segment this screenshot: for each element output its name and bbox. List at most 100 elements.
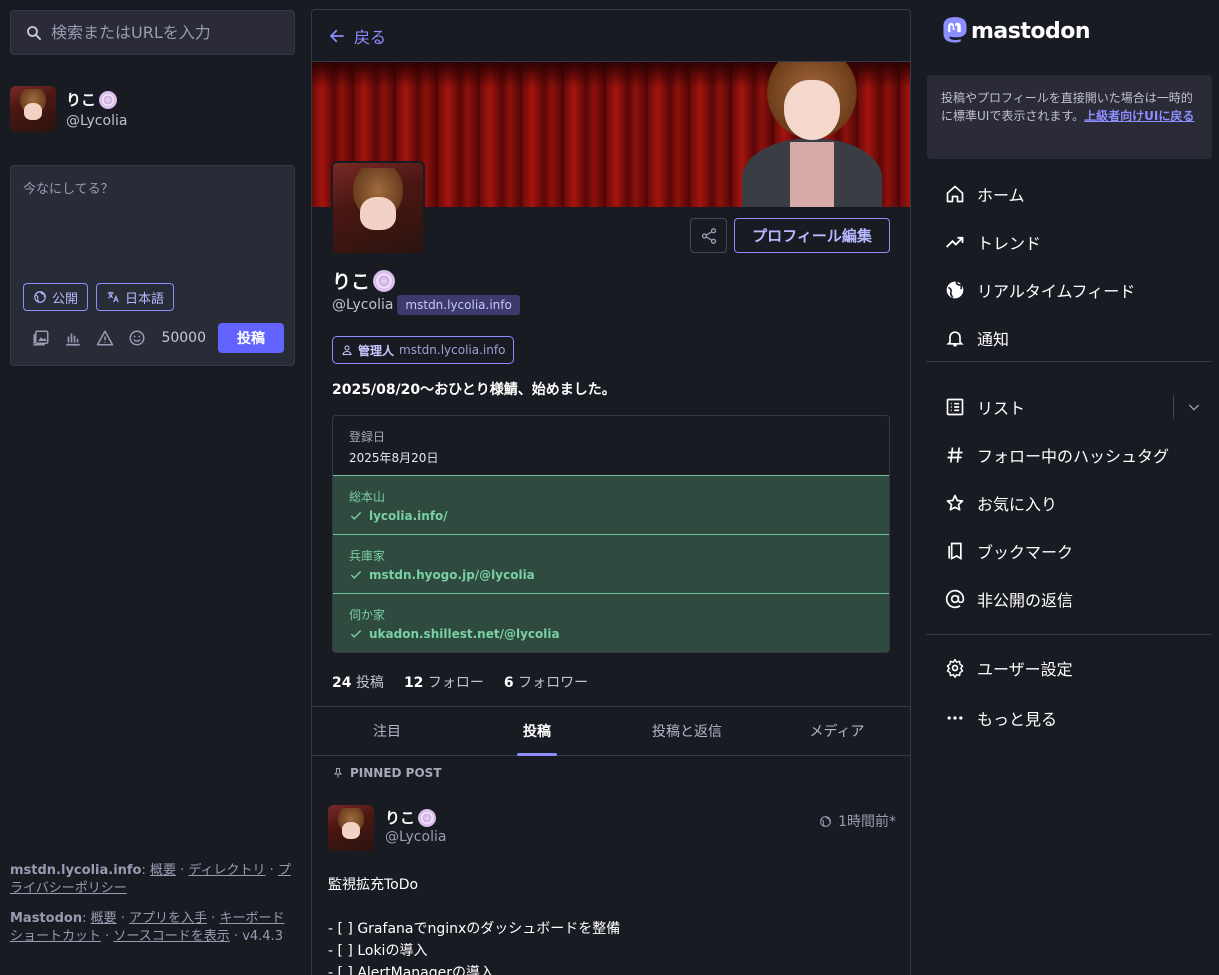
globe-icon [946,281,964,299]
nav-trends-label: トレンド [977,234,1042,253]
post-author[interactable]: りこ [385,807,437,828]
custom-emoji-icon [373,269,396,292]
check-icon [350,512,362,520]
nav-mentions-label: 非公開の返信 [977,591,1074,610]
nav-bookmarks[interactable]: ブックマーク [926,527,1212,575]
current-user-acct: @Lycolia [66,113,128,129]
back-button[interactable]: 戻る [312,10,910,61]
domain-pill[interactable]: mstdn.lycolia.info [397,295,520,315]
post-time: 1時間前 [838,814,889,830]
nav-notifications-label: 通知 [977,330,1010,349]
profile-name-text: りこ [332,271,371,293]
posts-count-link[interactable]: 24 投稿 [332,672,384,692]
media-button[interactable] [25,323,57,353]
avatar[interactable] [10,86,56,132]
footer-directory-link[interactable]: ディレクトリ [188,863,265,878]
search-input[interactable] [51,23,271,42]
nav-bookmarks-label: ブックマーク [977,543,1074,562]
nav-private-mentions[interactable]: 非公開の返信 [926,575,1212,623]
nav-divider [926,634,1212,635]
profile-field-verified: 総本山 lycolia.info/ [333,475,889,534]
followers-link[interactable]: 6 フォロワー [504,672,588,692]
profile-display-name: りこ [332,267,396,294]
emoji-button[interactable] [121,323,153,353]
translate-icon [107,291,119,303]
search-box[interactable] [10,10,295,55]
warning-icon [96,330,114,346]
nav-preferences[interactable]: ユーザー設定 [926,644,1212,692]
profile-bar: プロフィール編集 りこ @Lycolia mstdn.lycolia.info [312,161,910,315]
following-link[interactable]: 12 フォロー [404,672,484,692]
field-link[interactable]: ukadon.shillest.net/@lycolia [369,627,560,641]
profile-bio: 2025/08/20〜おひとり様鯖、始めました。 [332,382,616,398]
role-label: 管理人 [358,343,395,358]
nav-notifications[interactable]: 通知 [926,314,1212,362]
field-key: 登録日 [349,430,386,444]
globe-icon [34,291,46,303]
share-button[interactable] [690,218,727,253]
compose-textarea[interactable] [23,178,283,268]
star-icon [946,494,964,511]
chevron-down-icon [1188,404,1200,411]
nav-hashtags-label: フォロー中のハッシュタグ [977,447,1170,466]
visibility-button[interactable]: 公開 [23,283,89,311]
nav-followed-hashtags[interactable]: フォロー中のハッシュタグ [926,431,1212,479]
visibility-label: 公開 [52,291,79,307]
nav-more[interactable]: もっと見る [926,694,1212,742]
footer-instance: mstdn.lycolia.info [10,863,142,878]
footer-brand: Mastodon [10,911,83,926]
bell-icon [946,331,964,347]
mastodon-logo[interactable]: mastodon [941,16,1091,46]
check-icon [350,571,362,579]
pinned-label: PINNED POST [350,766,442,780]
settings-nav: ユーザー設定 もっと見る [926,644,1212,742]
current-user-name: りこ [66,91,97,109]
post-button[interactable]: 投稿 [218,323,284,353]
field-key: 総本山 [349,490,386,504]
profile-field-joined: 登録日 2025年8月20日 [333,416,889,475]
avatar[interactable] [328,805,374,851]
arrow-left-icon [330,29,344,42]
nav-home[interactable]: ホーム [926,170,1212,218]
role-domain: mstdn.lycolia.info [399,343,506,357]
ui-notice: 投稿やプロフィールを直接開いた場合は一時的に標準UIで表示されます。上級者向けU… [927,75,1212,159]
edit-profile-button[interactable]: プロフィール編集 [734,218,890,253]
pin-icon [334,768,342,778]
profile-avatar[interactable] [331,161,425,255]
profile-column: 戻る プロフィール編集 りこ @Lycolia mstdn.lycolia.inf… [311,9,911,975]
footer-source-link[interactable]: ソースコードを表示 [113,929,229,944]
field-link[interactable]: mstdn.hyogo.jp/@lycolia [369,568,535,582]
nav-lists[interactable]: リスト [926,383,1212,431]
profile-field-verified: 兵庫家 mstdn.hyogo.jp/@lycolia [333,534,889,593]
poll-button[interactable] [57,323,89,353]
footer-mastodon-about-link[interactable]: 概要 [91,911,117,926]
tab-posts-and-replies[interactable]: 投稿と返信 [612,707,762,755]
tab-media[interactable]: メディア [762,707,910,755]
field-key: 兵庫家 [349,549,386,563]
advanced-ui-link[interactable]: 上級者向けUIに戻る [1084,109,1194,123]
field-link[interactable]: lycolia.info/ [369,509,448,523]
at-icon [945,589,965,609]
tab-posts[interactable]: 投稿 [462,707,612,755]
language-button[interactable]: 日本語 [96,283,175,311]
primary-nav: ホーム トレンド リアルタイムフィード 通知 [926,170,1212,362]
nav-favourites[interactable]: お気に入り [926,479,1212,527]
globe-icon [820,815,831,827]
mastodon-wordmark: mastodon [971,18,1091,44]
bookmarks-icon [948,542,962,560]
language-label: 日本語 [125,291,165,307]
nav-live-feeds[interactable]: リアルタイムフィード [926,266,1212,314]
tab-featured[interactable]: 注目 [312,707,462,755]
nav-more-label: もっと見る [977,710,1058,729]
poll-icon [66,333,80,346]
current-user[interactable]: りこ @Lycolia [10,86,127,132]
footer-about-link[interactable]: 概要 [150,863,176,878]
content-warning-button[interactable] [89,323,121,353]
post-author-name: りこ [385,809,416,827]
footer-apps-link[interactable]: アプリを入手 [129,911,207,926]
post-timestamp[interactable]: 1時間前* [819,811,896,831]
lists-expand-button[interactable] [1173,395,1202,419]
nav-trends[interactable]: トレンド [926,218,1212,266]
pinned-indicator: PINNED POST [332,766,442,780]
image-icon [33,330,49,346]
